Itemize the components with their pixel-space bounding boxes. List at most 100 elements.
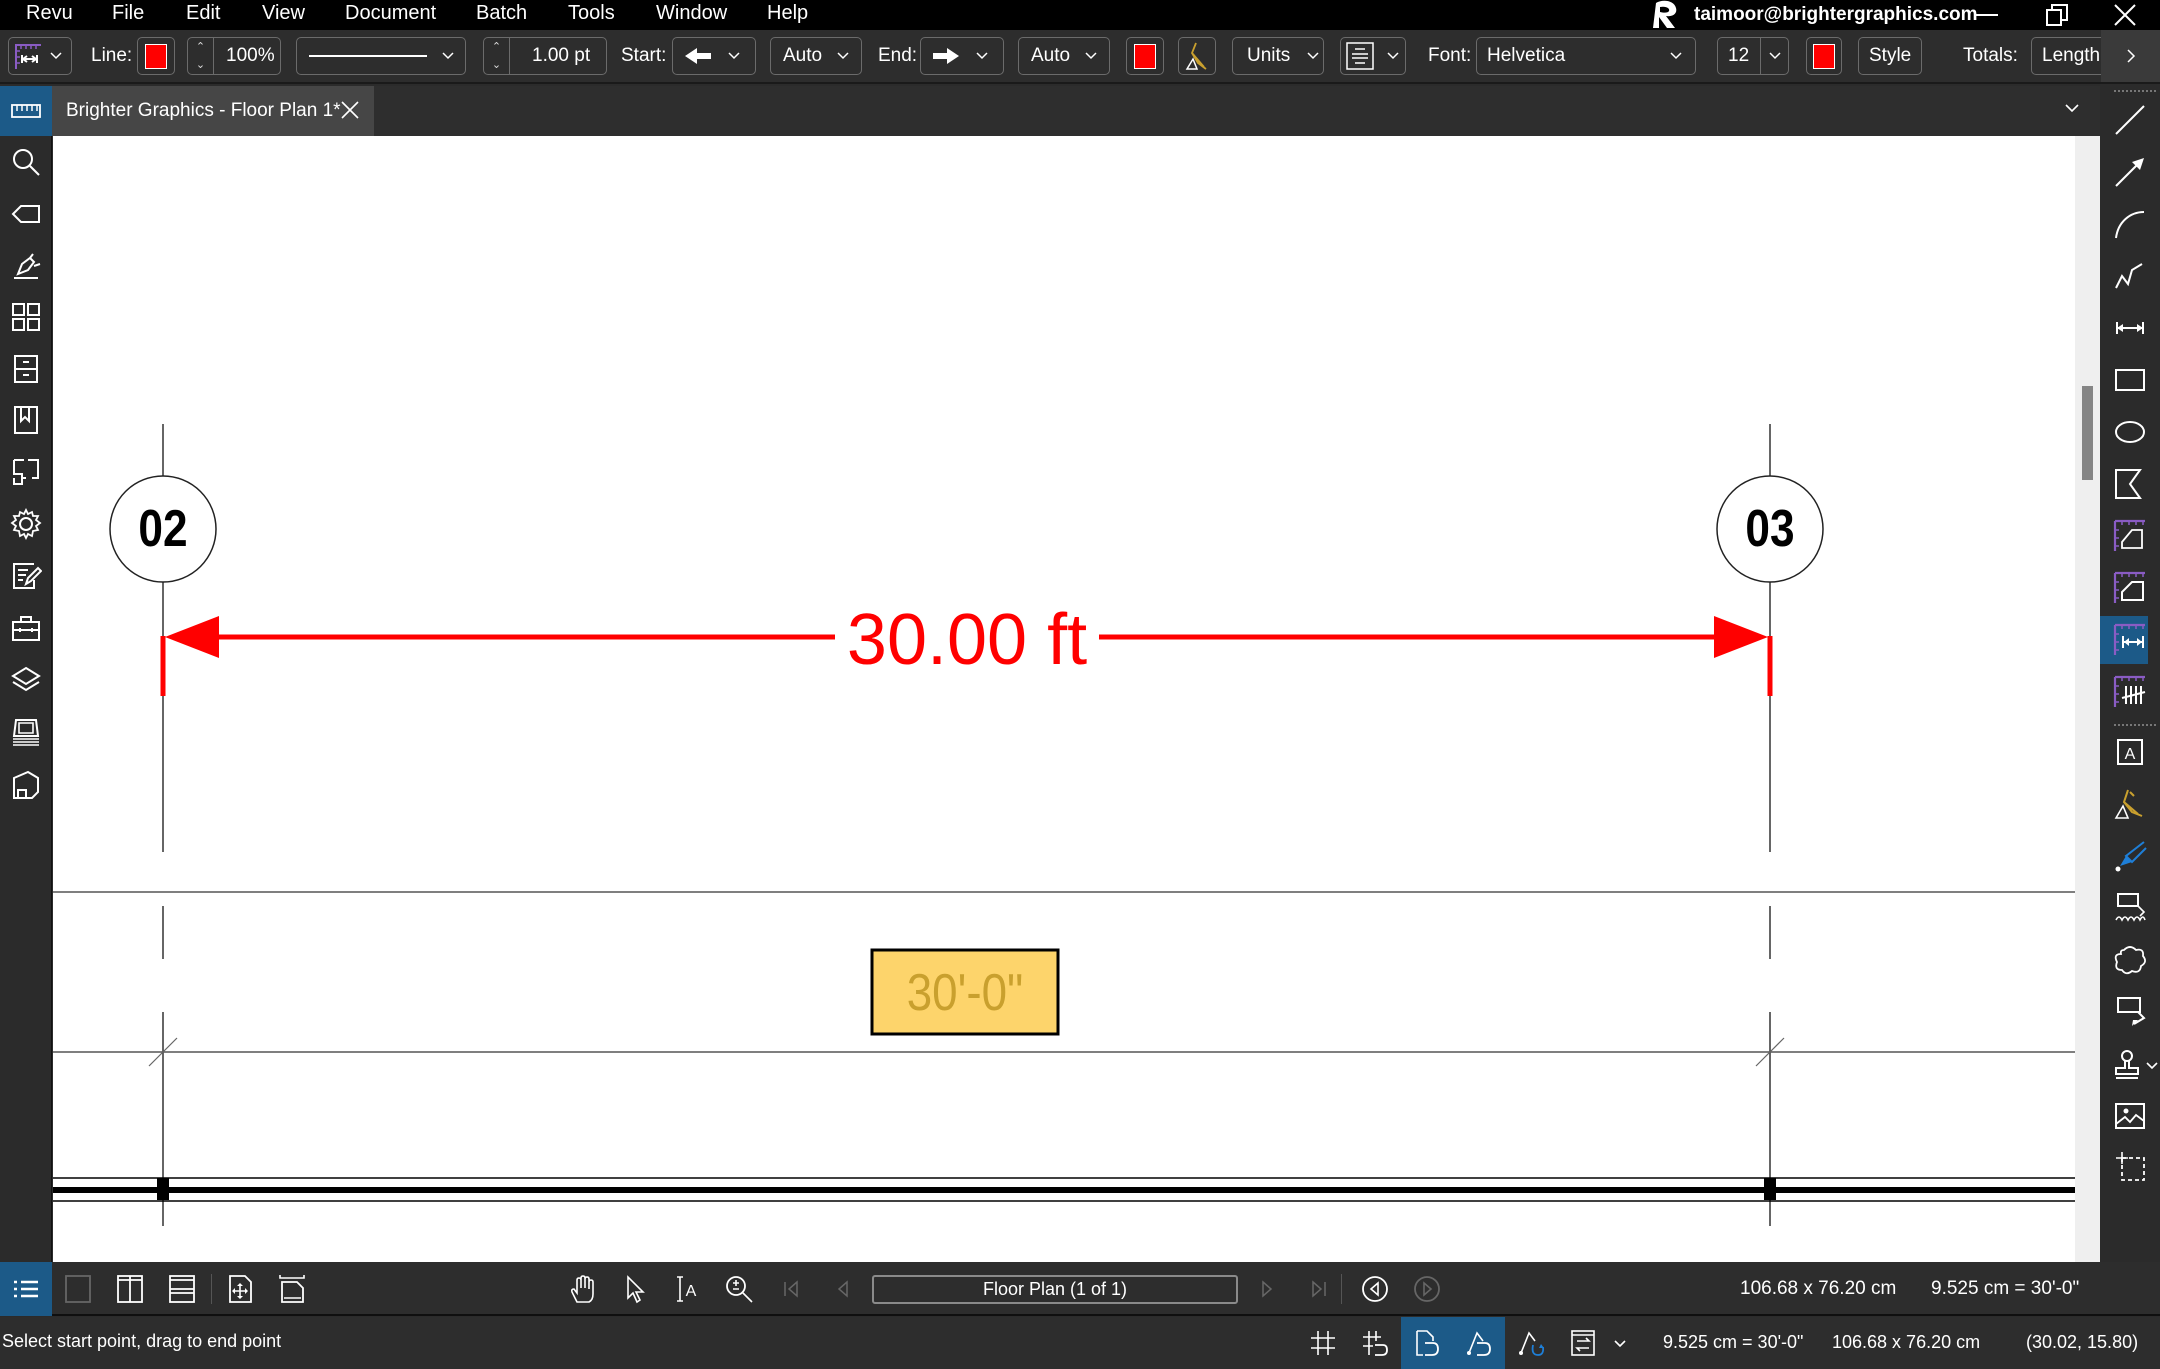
totals-dropdown[interactable]: Length: [2031, 37, 2101, 75]
text-color-button[interactable]: [1806, 37, 1842, 75]
pan-hand-icon[interactable]: [568, 1274, 598, 1304]
menu-view[interactable]: View: [262, 2, 305, 25]
page-selector[interactable]: Floor Plan (1 of 1): [872, 1275, 1238, 1304]
font-size-dropdown[interactable]: 12: [1717, 37, 1789, 75]
length-measurement[interactable]: 30.00 ft: [160, 600, 1773, 696]
menu-tools[interactable]: Tools: [568, 2, 615, 25]
snap-to-grid-toggle[interactable]: [1349, 1317, 1401, 1369]
file-cabinet-icon[interactable]: [10, 353, 42, 385]
previous-page-icon[interactable]: [828, 1274, 858, 1304]
markups-list-icon[interactable]: [10, 560, 42, 592]
polyline-icon[interactable]: [2112, 258, 2148, 294]
start-mode-dropdown[interactable]: Auto: [770, 37, 862, 75]
fit-width-icon[interactable]: [277, 1274, 307, 1304]
document-canvas[interactable]: 02 03 30.00 ft 30'-0": [53, 136, 2075, 1262]
snapshot-icon[interactable]: [2112, 1150, 2148, 1186]
arrow-icon[interactable]: [2112, 154, 2148, 190]
tab-list-chevron-icon[interactable]: [2064, 102, 2080, 114]
units-dropdown[interactable]: Units: [1232, 37, 1324, 75]
minimize-button[interactable]: [1962, 0, 2012, 30]
line-width-spin-buttons[interactable]: ⌃ ⌄: [484, 38, 510, 74]
properties-gear-icon[interactable]: [10, 508, 42, 540]
bookmarks-icon[interactable]: [10, 404, 42, 436]
zoom-icon[interactable]: [724, 1274, 754, 1304]
restore-button[interactable]: [2032, 0, 2082, 30]
menu-revu[interactable]: Revu: [26, 2, 73, 25]
snap-to-content-toggle[interactable]: [1401, 1317, 1453, 1369]
menu-edit[interactable]: Edit: [186, 2, 220, 25]
measure-count-icon[interactable]: [2112, 674, 2148, 710]
toolbar-overflow-button[interactable]: [2101, 30, 2160, 82]
select-text-icon[interactable]: A: [672, 1274, 702, 1304]
scrollbar-thumb[interactable]: [2082, 386, 2093, 480]
opacity-stepper[interactable]: ⌃ ⌄ 100%: [187, 37, 281, 75]
reuse-markup-toggle[interactable]: [1505, 1317, 1557, 1369]
vertical-scrollbar[interactable]: [2075, 136, 2100, 1262]
snap-to-markup-toggle[interactable]: [1453, 1317, 1505, 1369]
grid-bubble-02[interactable]: 02: [109, 475, 217, 583]
line-icon[interactable]: [2112, 102, 2148, 138]
fit-page-icon[interactable]: [225, 1274, 255, 1304]
measure-area-icon[interactable]: [2112, 570, 2148, 606]
text-box-icon[interactable]: A: [2112, 734, 2148, 770]
previous-view-icon[interactable]: [1360, 1274, 1390, 1304]
single-view-icon[interactable]: [63, 1274, 93, 1304]
rectangle-icon[interactable]: [2112, 362, 2148, 398]
grid-bubble-03[interactable]: 03: [1716, 475, 1824, 583]
select-arrow-icon[interactable]: [620, 1274, 650, 1304]
measure-length-icon[interactable]: [2112, 622, 2148, 658]
image-icon[interactable]: [2112, 1098, 2148, 1134]
menu-help[interactable]: Help: [767, 2, 808, 25]
opacity-spin-buttons[interactable]: ⌃ ⌄: [188, 38, 214, 74]
search-icon[interactable]: [10, 146, 42, 178]
end-mode-dropdown[interactable]: Auto: [1018, 37, 1110, 75]
stamp-dropdown-chevron-icon[interactable]: [2146, 1062, 2158, 1070]
end-arrow-dropdown[interactable]: [920, 37, 1004, 75]
polygon-icon[interactable]: [2112, 466, 2148, 502]
dimension-icon[interactable]: [2112, 310, 2148, 346]
split-horizontal-icon[interactable]: [167, 1274, 197, 1304]
dimension-tag[interactable]: 30'-0": [870, 948, 1060, 1036]
sets-icon[interactable]: [10, 716, 42, 748]
last-page-icon[interactable]: [1304, 1274, 1334, 1304]
arc-icon[interactable]: [2112, 206, 2148, 242]
layers-icon[interactable]: [10, 664, 42, 696]
line-width-stepper[interactable]: ⌃ ⌄ 1.00 pt: [483, 37, 607, 75]
menu-batch[interactable]: Batch: [476, 2, 527, 25]
toolbar-grip[interactable]: [2114, 90, 2156, 92]
start-arrow-dropdown[interactable]: [672, 37, 756, 75]
ellipse-icon[interactable]: [2112, 414, 2148, 450]
signature-icon[interactable]: [10, 250, 42, 282]
pen-icon[interactable]: [2112, 838, 2148, 874]
thumbnails-icon[interactable]: [10, 301, 42, 333]
text-align-dropdown[interactable]: [1340, 37, 1406, 75]
next-page-icon[interactable]: [1252, 1274, 1282, 1304]
grid-toggle[interactable]: [1297, 1317, 1349, 1369]
menu-file[interactable]: File: [112, 2, 144, 25]
stamp-icon[interactable]: [2112, 1046, 2148, 1082]
menu-window[interactable]: Window: [656, 2, 727, 25]
hatch-button[interactable]: [1178, 37, 1216, 75]
split-vertical-icon[interactable]: [115, 1274, 145, 1304]
close-tab-icon[interactable]: [340, 100, 360, 120]
account[interactable]: taimoor@brightergraphics.com: [1648, 0, 1978, 30]
next-view-icon[interactable]: [1412, 1274, 1442, 1304]
font-family-dropdown[interactable]: Helvetica: [1476, 37, 1696, 75]
tool-selector-dropdown[interactable]: [8, 37, 72, 75]
font-size-toggle[interactable]: [1760, 38, 1782, 74]
toolchest-icon[interactable]: [10, 612, 42, 644]
close-window-button[interactable]: [2100, 0, 2150, 30]
highlighter-icon[interactable]: [2112, 786, 2148, 822]
spaces-icon[interactable]: [10, 456, 42, 488]
sync-toggle[interactable]: [1557, 1317, 1609, 1369]
text-style-dropdown[interactable]: Style: [1858, 37, 1922, 75]
measure-polylength-icon[interactable]: [2112, 518, 2148, 554]
sync-dropdown-chevron-icon[interactable]: [1613, 1339, 1627, 1349]
measurements-panel-tab[interactable]: [0, 86, 52, 136]
document-tab[interactable]: Brighter Graphics - Floor Plan 1*: [52, 86, 374, 136]
panels-toggle-button[interactable]: [0, 1262, 52, 1316]
cloud-icon[interactable]: [2112, 942, 2148, 978]
callout-icon[interactable]: [2112, 994, 2148, 1030]
callout-cloud-icon[interactable]: [2112, 890, 2148, 926]
first-page-icon[interactable]: [776, 1274, 806, 1304]
